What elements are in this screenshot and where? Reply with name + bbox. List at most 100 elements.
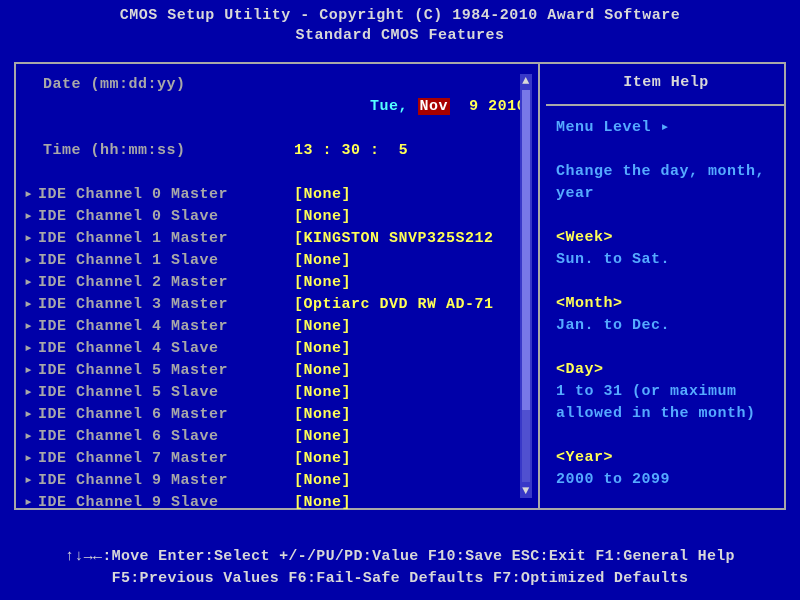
ide-channel-value: [None] bbox=[294, 184, 530, 206]
ide-channel-list: ▸ IDE Channel 0 Master[None]▸ IDE Channe… bbox=[24, 184, 530, 514]
help-body: Menu Level ▸ Change the day, month, year… bbox=[556, 117, 776, 491]
main-frame: Date (mm:dd:yy) Tue, Nov 9 2010 Time (hh… bbox=[14, 62, 786, 510]
ide-channel-label: ▸ IDE Channel 9 Master bbox=[24, 470, 294, 492]
help-day-text: 1 to 31 (or maximum allowed in the month… bbox=[556, 381, 776, 425]
ide-channel-row[interactable]: ▸ IDE Channel 0 Master[None] bbox=[24, 184, 530, 206]
submenu-arrow-icon: ▸ bbox=[24, 228, 38, 250]
ide-channel-label: ▸ IDE Channel 1 Master bbox=[24, 228, 294, 250]
ide-channel-label: ▸ IDE Channel 7 Master bbox=[24, 448, 294, 470]
help-day-heading: <Day> bbox=[556, 359, 776, 381]
help-year-text: 2000 to 2099 bbox=[556, 469, 776, 491]
help-month-text: Jan. to Dec. bbox=[556, 315, 776, 337]
help-divider bbox=[546, 104, 784, 106]
ide-channel-value: [None] bbox=[294, 316, 530, 338]
ide-channel-label: ▸ IDE Channel 0 Slave bbox=[24, 206, 294, 228]
submenu-arrow-icon: ▸ bbox=[24, 272, 38, 294]
ide-channel-value: [None] bbox=[294, 338, 530, 360]
ide-channel-row[interactable]: ▸ IDE Channel 9 Master[None] bbox=[24, 470, 530, 492]
footer-line1: ↑↓→←:Move Enter:Select +/-/PU/PD:Value F… bbox=[0, 546, 800, 568]
help-year-heading: <Year> bbox=[556, 447, 776, 469]
date-day[interactable]: 9 bbox=[469, 98, 479, 115]
help-week-text: Sun. to Sat. bbox=[556, 249, 776, 271]
ide-channel-label: ▸ IDE Channel 6 Master bbox=[24, 404, 294, 426]
ide-channel-row[interactable]: ▸ IDE Channel 1 Slave[None] bbox=[24, 250, 530, 272]
ide-channel-row[interactable]: ▸ IDE Channel 9 Slave[None] bbox=[24, 492, 530, 514]
scroll-down-icon[interactable]: ▼ bbox=[522, 484, 530, 498]
submenu-arrow-icon: ▸ bbox=[24, 316, 38, 338]
ide-channel-label: ▸ IDE Channel 9 Slave bbox=[24, 492, 294, 514]
time-row[interactable]: Time (hh:mm:ss) 13 : 30 : 5 bbox=[24, 140, 530, 162]
ide-channel-label: ▸ IDE Channel 6 Slave bbox=[24, 426, 294, 448]
menu-level-arrow-icon: ▸ bbox=[661, 119, 671, 136]
time-mm[interactable]: 30 bbox=[342, 142, 361, 159]
scroll-track[interactable] bbox=[522, 90, 530, 482]
submenu-arrow-icon: ▸ bbox=[24, 184, 38, 206]
submenu-arrow-icon: ▸ bbox=[24, 250, 38, 272]
scroll-thumb[interactable] bbox=[522, 90, 530, 410]
time-value: 13 : 30 : 5 bbox=[294, 140, 530, 162]
help-title: Item Help bbox=[556, 74, 776, 91]
ide-channel-row[interactable]: ▸ IDE Channel 7 Master[None] bbox=[24, 448, 530, 470]
ide-channel-value: [None] bbox=[294, 206, 530, 228]
submenu-arrow-icon: ▸ bbox=[24, 470, 38, 492]
ide-channel-label: ▸ IDE Channel 4 Master bbox=[24, 316, 294, 338]
ide-channel-value: [None] bbox=[294, 470, 530, 492]
date-month-selected[interactable]: Nov bbox=[418, 98, 451, 115]
ide-channel-label: ▸ IDE Channel 0 Master bbox=[24, 184, 294, 206]
ide-channel-row[interactable]: ▸ IDE Channel 5 Slave[None] bbox=[24, 382, 530, 404]
submenu-arrow-icon: ▸ bbox=[24, 404, 38, 426]
ide-channel-row[interactable]: ▸ IDE Channel 3 Master[Optiarc DVD RW AD… bbox=[24, 294, 530, 316]
date-row[interactable]: Date (mm:dd:yy) Tue, Nov 9 2010 bbox=[24, 74, 530, 140]
ide-channel-value: [None] bbox=[294, 272, 530, 294]
scroll-up-icon[interactable]: ▲ bbox=[522, 74, 530, 88]
scrollbar[interactable]: ▲ ▼ bbox=[520, 74, 532, 498]
ide-channel-value: [KINGSTON SNVP325S212 bbox=[294, 228, 530, 250]
ide-channel-value: [None] bbox=[294, 448, 530, 470]
submenu-arrow-icon: ▸ bbox=[24, 382, 38, 404]
ide-channel-row[interactable]: ▸ IDE Channel 5 Master[None] bbox=[24, 360, 530, 382]
submenu-arrow-icon: ▸ bbox=[24, 206, 38, 228]
header-line2: Standard CMOS Features bbox=[0, 26, 800, 46]
ide-channel-label: ▸ IDE Channel 3 Master bbox=[24, 294, 294, 316]
time-label: Time (hh:mm:ss) bbox=[24, 140, 294, 162]
ide-channel-row[interactable]: ▸ IDE Channel 0 Slave[None] bbox=[24, 206, 530, 228]
pane-divider bbox=[538, 64, 540, 508]
ide-channel-row[interactable]: ▸ IDE Channel 4 Master[None] bbox=[24, 316, 530, 338]
ide-channel-row[interactable]: ▸ IDE Channel 1 Master[KINGSTON SNVP325S… bbox=[24, 228, 530, 250]
ide-channel-label: ▸ IDE Channel 5 Master bbox=[24, 360, 294, 382]
ide-channel-value: [None] bbox=[294, 404, 530, 426]
spacer bbox=[24, 162, 530, 184]
help-week-heading: <Week> bbox=[556, 227, 776, 249]
ide-channel-label: ▸ IDE Channel 2 Master bbox=[24, 272, 294, 294]
footer-line2: F5:Previous Values F6:Fail-Safe Defaults… bbox=[0, 568, 800, 590]
ide-channel-row[interactable]: ▸ IDE Channel 2 Master[None] bbox=[24, 272, 530, 294]
ide-channel-value: [None] bbox=[294, 250, 530, 272]
ide-channel-label: ▸ IDE Channel 4 Slave bbox=[24, 338, 294, 360]
help-month-heading: <Month> bbox=[556, 293, 776, 315]
settings-pane: Date (mm:dd:yy) Tue, Nov 9 2010 Time (hh… bbox=[16, 64, 536, 508]
ide-channel-row[interactable]: ▸ IDE Channel 4 Slave[None] bbox=[24, 338, 530, 360]
submenu-arrow-icon: ▸ bbox=[24, 360, 38, 382]
ide-channel-value: [None] bbox=[294, 426, 530, 448]
ide-channel-value: [None] bbox=[294, 492, 530, 514]
submenu-arrow-icon: ▸ bbox=[24, 492, 38, 514]
date-weekday: Tue, bbox=[370, 98, 408, 115]
time-ss[interactable]: 5 bbox=[399, 142, 409, 159]
footer-hints: ↑↓→←:Move Enter:Select +/-/PU/PD:Value F… bbox=[0, 546, 800, 590]
ide-channel-label: ▸ IDE Channel 1 Slave bbox=[24, 250, 294, 272]
ide-channel-label: ▸ IDE Channel 5 Slave bbox=[24, 382, 294, 404]
help-desc: Change the day, month, year bbox=[556, 161, 776, 205]
ide-channel-value: [None] bbox=[294, 382, 530, 404]
ide-channel-value: [None] bbox=[294, 360, 530, 382]
time-hh[interactable]: 13 bbox=[294, 142, 313, 159]
help-pane: Item Help Menu Level ▸ Change the day, m… bbox=[546, 64, 784, 508]
submenu-arrow-icon: ▸ bbox=[24, 426, 38, 448]
ide-channel-row[interactable]: ▸ IDE Channel 6 Slave[None] bbox=[24, 426, 530, 448]
date-value: Tue, Nov 9 2010 bbox=[294, 74, 530, 140]
date-label: Date (mm:dd:yy) bbox=[24, 74, 294, 140]
menu-level-row: Menu Level ▸ bbox=[556, 117, 776, 139]
header-line1: CMOS Setup Utility - Copyright (C) 1984-… bbox=[0, 6, 800, 26]
submenu-arrow-icon: ▸ bbox=[24, 338, 38, 360]
ide-channel-row[interactable]: ▸ IDE Channel 6 Master[None] bbox=[24, 404, 530, 426]
submenu-arrow-icon: ▸ bbox=[24, 448, 38, 470]
